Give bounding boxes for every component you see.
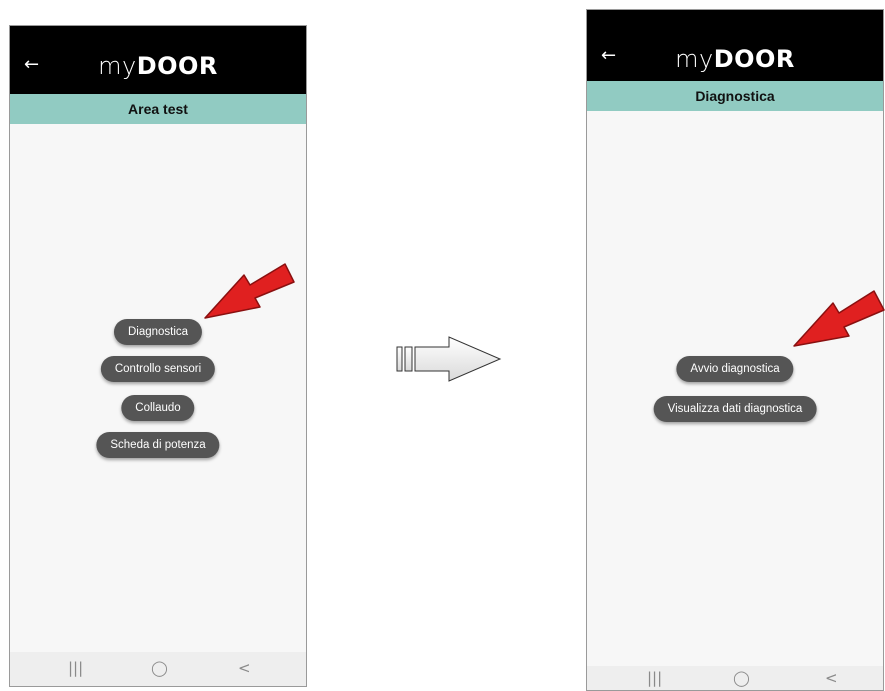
- transition-arrow-icon: [396, 336, 502, 382]
- red-arrow-icon: [793, 290, 885, 347]
- red-arrow-icon: [204, 263, 295, 319]
- annotation-overlay: [204, 263, 885, 382]
